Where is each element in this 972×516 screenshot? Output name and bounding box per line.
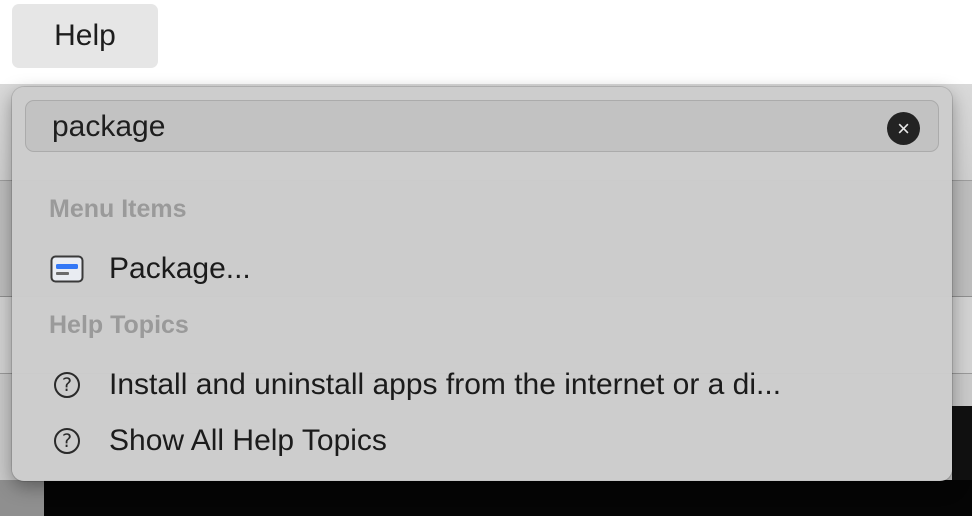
section-header-help-topics: Help Topics <box>49 311 189 339</box>
help-menu-title[interactable]: Help <box>12 4 158 68</box>
help-topic-icon: ? <box>49 423 85 459</box>
help-topic-label: Show All Help Topics <box>109 424 387 457</box>
help-menu-dropdown: × Menu Items Package... Help Topics ? In… <box>12 87 952 481</box>
app-dark-region-bottom <box>44 480 972 516</box>
menu-command-icon <box>49 251 85 287</box>
help-topic-install-apps[interactable]: ? Install and uninstall apps from the in… <box>49 363 929 407</box>
help-search-field: × <box>25 100 939 152</box>
help-topic-show-all[interactable]: ? Show All Help Topics <box>49 419 929 463</box>
clear-search-icon[interactable]: × <box>887 112 920 145</box>
menu-item-label: Package... <box>109 252 251 285</box>
menu-item-package[interactable]: Package... <box>49 247 929 291</box>
question-mark-icon: ? <box>54 372 80 398</box>
help-topic-icon: ? <box>49 367 85 403</box>
section-header-menu-items: Menu Items <box>49 195 187 223</box>
help-topic-label: Install and uninstall apps from the inte… <box>109 368 782 401</box>
app-left-strip <box>0 480 44 516</box>
question-mark-icon: ? <box>54 428 80 454</box>
help-search-input[interactable] <box>52 110 872 144</box>
